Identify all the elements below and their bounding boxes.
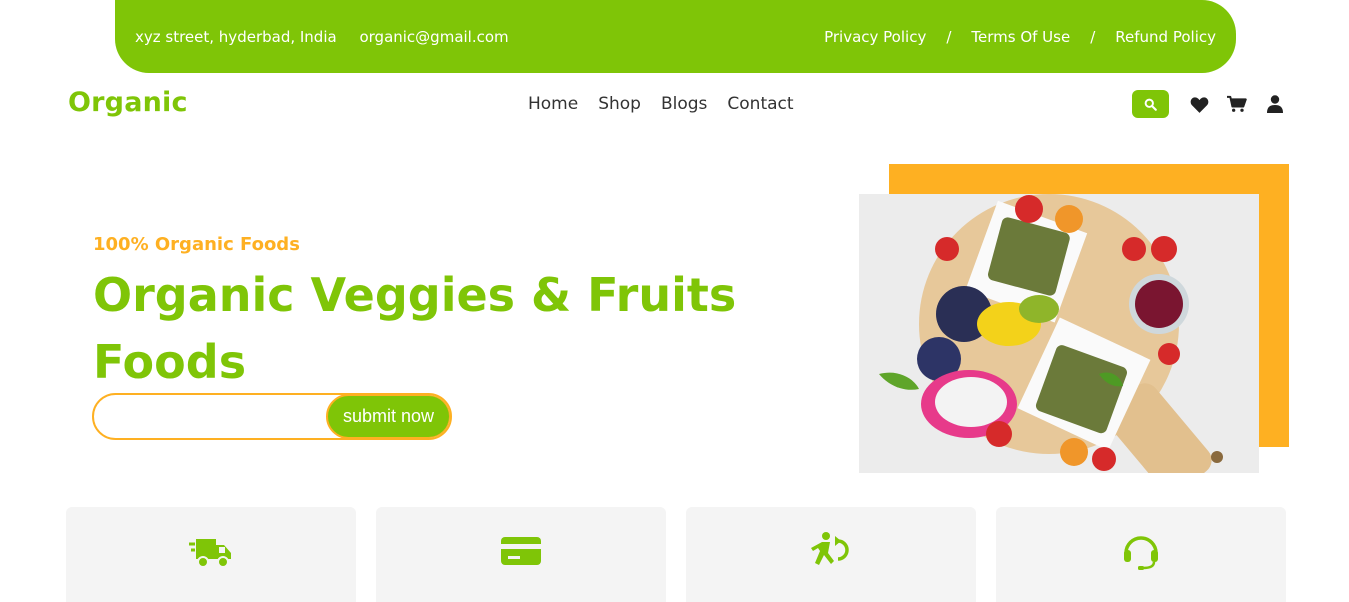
heart-icon (1190, 96, 1208, 113)
separator: / (1090, 27, 1096, 46)
search-button[interactable] (1132, 90, 1169, 118)
separator: / (946, 27, 952, 46)
refund-policy-link[interactable]: Refund Policy (1115, 28, 1216, 46)
policy-links: Privacy Policy / Terms Of Use / Refund P… (824, 28, 1216, 46)
address-text: xyz street, hyderbad, India (135, 27, 337, 46)
feature-card-payment (376, 507, 666, 602)
nav-shop[interactable]: Shop (598, 94, 641, 114)
user-icon (1267, 95, 1283, 113)
headset-icon (1124, 536, 1158, 570)
credit-card-icon (501, 537, 541, 565)
subscribe-input[interactable] (94, 395, 334, 438)
fruit-platter-illustration (859, 194, 1259, 473)
site-logo[interactable]: Organic (68, 87, 188, 118)
privacy-policy-link[interactable]: Privacy Policy (824, 28, 926, 46)
submit-button[interactable]: submit now (326, 395, 450, 438)
wishlist-button[interactable] (1189, 94, 1209, 114)
return-walk-icon (811, 532, 849, 565)
search-icon (1144, 98, 1157, 111)
main-nav: Organic Home Shop Blogs Contact (0, 80, 1349, 130)
hero-title: Organic Veggies & Fruits Foods (93, 268, 737, 389)
fruit-platter-image (859, 194, 1259, 473)
nav-menu: Home Shop Blogs Contact (528, 94, 794, 114)
feature-card-returns (686, 507, 976, 602)
contact-info: xyz street, hyderbad, India organic@gmai… (135, 28, 527, 46)
cart-button[interactable] (1227, 94, 1247, 114)
nav-home[interactable]: Home (528, 94, 578, 114)
feature-card-shipping (66, 507, 356, 602)
feature-card-support (996, 507, 1286, 602)
cart-icon (1227, 95, 1247, 112)
hero-tagline: 100% Organic Foods (93, 234, 300, 255)
email-text: organic@gmail.com (359, 27, 509, 46)
nav-icons (1132, 90, 1303, 118)
nav-contact[interactable]: Contact (727, 94, 793, 114)
nav-blogs[interactable]: Blogs (661, 94, 707, 114)
truck-icon (189, 539, 231, 568)
account-button[interactable] (1265, 94, 1285, 114)
subscribe-form: submit now (92, 393, 452, 440)
top-bar: xyz street, hyderbad, India organic@gmai… (115, 0, 1236, 73)
terms-of-use-link[interactable]: Terms Of Use (971, 28, 1070, 46)
